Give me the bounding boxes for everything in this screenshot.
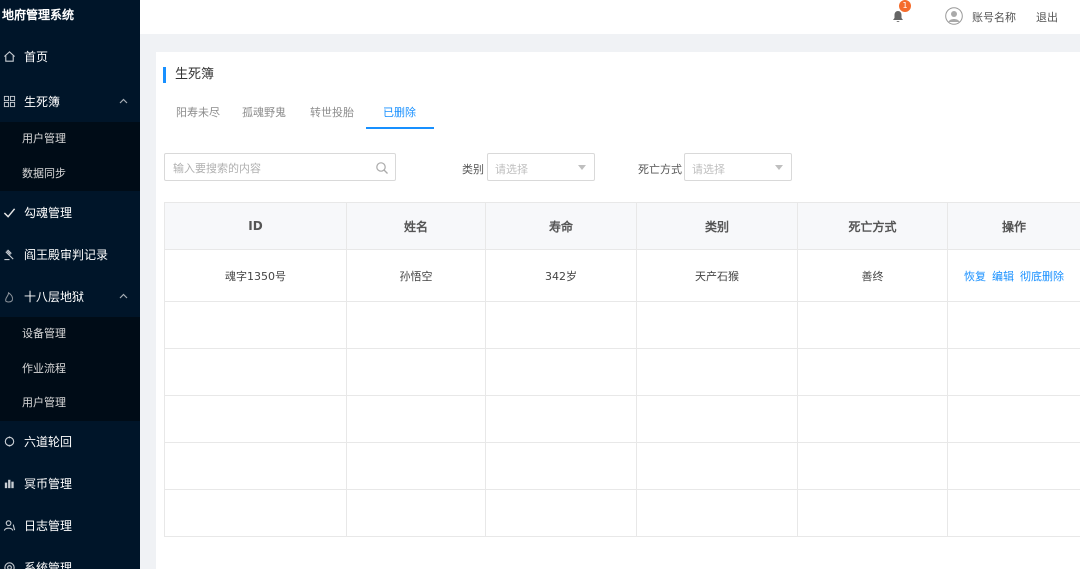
logout-link[interactable]: 退出: [1036, 9, 1058, 25]
cell-category: 天产石猴: [636, 249, 798, 302]
column-header-id: ID: [164, 202, 347, 250]
sidebar-item-judgement-records[interactable]: 阎王殿审判记录: [0, 233, 140, 275]
table-row-empty: [164, 442, 1080, 490]
table-row-empty: [164, 301, 1080, 349]
sidebar-subitem-user-manage[interactable]: 用户管理: [0, 122, 140, 157]
death-method-filter-label: 死亡方式: [638, 163, 682, 176]
cell-actions: 恢复 编辑 彻底删除: [947, 249, 1080, 302]
sidebar-menu: 首页 生死簿 用户管理 数据同步 勾魂管理 阎王殿审判记录 十八层地狱 设备管理…: [0, 32, 140, 569]
sidebar-item-label: 生死簿: [24, 94, 61, 109]
submenu-shengsibu: 用户管理 数据同步: [0, 122, 140, 191]
sidebar-item-label: 六道轮回: [24, 435, 73, 449]
chevron-up-icon: [119, 80, 128, 122]
sidebar-item-eighteen-hells[interactable]: 十八层地狱: [0, 275, 140, 317]
sidebar-item-label: 日志管理: [24, 519, 73, 533]
sidebar-item-gouhun[interactable]: 勾魂管理: [0, 191, 140, 233]
app-logo-title: 地府管理系统: [2, 8, 75, 22]
caret-down-icon: [775, 165, 783, 170]
settings-icon: [2, 561, 16, 569]
table-row-empty: [164, 395, 1080, 443]
table-row: 魂字1350号 孙悟空 342岁 天产石猴 善终 恢复 编辑 彻底删除: [164, 249, 1080, 302]
coins-icon: [2, 477, 16, 491]
sidebar-subitem-data-sync[interactable]: 数据同步: [0, 157, 140, 192]
sidebar-item-hell-money[interactable]: 冥币管理: [0, 463, 140, 505]
search-icon[interactable]: [375, 160, 389, 174]
chevron-up-icon: [119, 275, 128, 317]
cell-lifespan: 342岁: [485, 249, 637, 302]
check-icon: [2, 205, 16, 219]
table-row-empty: [164, 489, 1080, 537]
sidebar-item-label: 冥币管理: [24, 477, 73, 491]
column-header-lifespan: 寿命: [485, 202, 637, 250]
sidebar: 地府管理系统 首页 生死簿 用户管理 数据同步 勾魂管理 阎王殿审判记录 十八层…: [0, 0, 140, 569]
search-box: [164, 153, 396, 181]
sidebar-item-log-manage[interactable]: 日志管理: [0, 505, 140, 547]
gavel-icon: [2, 247, 16, 261]
tab-deleted[interactable]: 已删除: [383, 105, 416, 121]
search-input[interactable]: [173, 160, 363, 176]
cycle-icon: [2, 435, 16, 449]
cell-death-method: 善终: [797, 249, 948, 302]
column-header-name: 姓名: [346, 202, 486, 250]
sidebar-item-label: 系统管理: [24, 561, 73, 569]
active-tab-indicator: [366, 127, 434, 129]
sidebar-item-label: 勾魂管理: [24, 205, 73, 220]
sidebar-subitem-device-manage[interactable]: 设备管理: [0, 317, 140, 352]
sidebar-item-shengsibu[interactable]: 生死簿: [0, 80, 140, 122]
table-row-empty: [164, 348, 1080, 396]
page-title: 生死簿: [163, 67, 214, 83]
sidebar-item-label: 十八层地狱: [24, 289, 85, 304]
account-name[interactable]: 账号名称: [972, 9, 1016, 25]
column-header-category: 类别: [636, 202, 798, 250]
home-icon: [2, 49, 16, 63]
avatar[interactable]: [945, 7, 963, 25]
grid-icon: [2, 94, 16, 108]
edit-link[interactable]: 编辑: [992, 270, 1014, 283]
restore-link[interactable]: 恢复: [964, 270, 986, 283]
caret-down-icon: [578, 165, 586, 170]
permanent-delete-link[interactable]: 彻底删除: [1020, 270, 1064, 283]
tab-alive[interactable]: 阳寿未尽: [176, 105, 220, 121]
top-header: 1 账号名称 退出: [140, 0, 1080, 34]
cell-id: 魂字1350号: [164, 249, 347, 302]
submenu-eighteen-hells: 设备管理 作业流程 用户管理: [0, 317, 140, 421]
sidebar-subitem-user-manage-2[interactable]: 用户管理: [0, 386, 140, 421]
sidebar-item-home[interactable]: 首页: [0, 32, 140, 80]
table-header-row: ID 姓名 寿命 类别 死亡方式 操作: [164, 202, 1080, 250]
sidebar-subitem-workflow[interactable]: 作业流程: [0, 352, 140, 387]
death-method-select[interactable]: 请选择: [684, 153, 792, 181]
sidebar-item-six-paths[interactable]: 六道轮回: [0, 421, 140, 463]
category-filter-label: 类别: [462, 163, 484, 176]
cell-name: 孙悟空: [346, 249, 486, 302]
tab-lonely-ghosts[interactable]: 孤魂野鬼: [242, 105, 286, 121]
tab-reincarnation[interactable]: 转世投胎: [310, 105, 354, 121]
category-select[interactable]: 请选择: [487, 153, 595, 181]
flame-icon: [2, 289, 16, 303]
main-content-card: 生死簿 阳寿未尽 孤魂野鬼 转世投胎 已删除 类别 请选择 死亡方式 请选择 I…: [156, 52, 1080, 569]
column-header-actions: 操作: [947, 202, 1080, 250]
notification-badge: 1: [899, 0, 911, 12]
category-select-placeholder: 请选择: [495, 163, 528, 176]
sidebar-item-label: 首页: [24, 49, 49, 64]
death-method-select-placeholder: 请选择: [692, 163, 725, 176]
records-table: ID 姓名 寿命 类别 死亡方式 操作 魂字1350号 孙悟空 342岁 天产石…: [164, 202, 1080, 537]
sidebar-item-label: 阎王殿审判记录: [24, 247, 109, 262]
column-header-death-method: 死亡方式: [797, 202, 948, 250]
user-log-icon: [2, 519, 16, 533]
sidebar-item-system-manage[interactable]: 系统管理: [0, 547, 140, 569]
